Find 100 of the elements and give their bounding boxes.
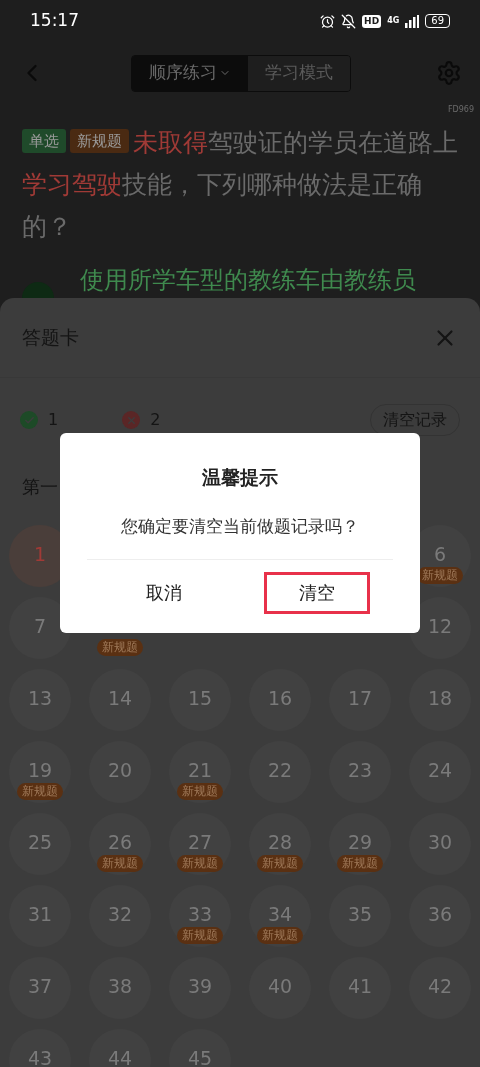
question-cell[interactable]: 30 — [409, 813, 471, 875]
question-number: 16 — [267, 688, 293, 708]
network-label: 4G — [387, 17, 400, 25]
new-rule-badge: 新规题 — [257, 927, 303, 944]
question-number: 29 — [347, 832, 373, 852]
question-number: 43 — [27, 1048, 53, 1067]
question-number: 19 — [27, 760, 53, 780]
question-number: 41 — [347, 976, 373, 996]
question-number: 35 — [347, 904, 373, 924]
question-cell[interactable]: 44 — [89, 1029, 151, 1067]
question-number: 31 — [27, 904, 53, 924]
question-tag: 新规题 — [70, 129, 129, 153]
dialog-button[interactable]: 取消 — [110, 571, 217, 614]
question-cell[interactable]: 33 新规题 — [169, 885, 231, 947]
question-number: 12 — [427, 616, 453, 636]
question-cell[interactable]: 19 新规题 — [9, 741, 71, 803]
question-number: 18 — [427, 688, 453, 708]
question-cell[interactable]: 22 — [249, 741, 311, 803]
question-cell[interactable]: 13 — [9, 669, 71, 731]
clock-time: 15:17 — [30, 9, 79, 33]
question-number: 21 — [187, 760, 213, 780]
question-cell[interactable]: 40 — [249, 957, 311, 1019]
question-number: 24 — [427, 760, 453, 780]
question-cell[interactable]: 43 — [9, 1029, 71, 1067]
question-cell[interactable]: 16 — [249, 669, 311, 731]
new-rule-badge: 新规题 — [97, 638, 143, 656]
question-number: 27 — [187, 832, 213, 852]
question-number: 17 — [347, 688, 373, 708]
wrong-icon — [122, 411, 141, 429]
new-rule-badge: 新规题 — [97, 855, 143, 872]
question-number: 23 — [347, 760, 373, 780]
question-cell[interactable]: 41 — [329, 957, 391, 1019]
question-number: 14 — [107, 688, 133, 708]
question-number: 33 — [187, 904, 213, 924]
question-cell[interactable]: 17 — [329, 669, 391, 731]
battery-level: 69 — [425, 14, 450, 28]
question-number: 26 — [107, 832, 133, 852]
question-cell[interactable]: 32 — [89, 885, 151, 947]
question-number: 28 — [267, 832, 293, 852]
question-number: 42 — [427, 976, 453, 996]
question-number: 20 — [107, 760, 133, 780]
new-rule-badge: 新规题 — [177, 855, 223, 872]
question-cell[interactable]: 14 — [89, 669, 151, 731]
question-number: 7 — [33, 616, 47, 636]
question-cell[interactable]: 20 — [89, 741, 151, 803]
question-number: 44 — [107, 1048, 133, 1067]
question-number: 32 — [107, 904, 133, 924]
question-cell[interactable]: 24 — [409, 741, 471, 803]
question-cell[interactable]: 29 新规题 — [329, 813, 391, 875]
dialog-button[interactable]: 清空 — [263, 571, 370, 614]
question-cell[interactable]: 34 新规题 — [249, 885, 311, 947]
question-cell[interactable]: 26 新规题 — [89, 813, 151, 875]
new-rule-badge: 新规题 — [177, 783, 223, 800]
question-number: 25 — [27, 832, 53, 852]
question-number: 22 — [267, 760, 293, 780]
hd-badge: HD — [362, 14, 382, 28]
question-cell[interactable]: 45 — [169, 1029, 231, 1067]
question-number: 40 — [267, 976, 293, 996]
alarm-icon — [320, 13, 336, 29]
question-cell[interactable]: 7 — [9, 597, 71, 659]
question-number: 45 — [187, 1048, 213, 1067]
new-rule-badge: 新规题 — [337, 855, 383, 872]
question-number: 6 — [433, 544, 447, 564]
question-number: 30 — [427, 832, 453, 852]
question-number: 36 — [427, 904, 453, 924]
correct-icon — [20, 411, 38, 429]
question-cell[interactable]: 28 新规题 — [249, 813, 311, 875]
question-text: 单选 新规题 未取得驾驶证的学员在道路上 学习驾驶技能，下列哪种做法是正确的？ — [22, 127, 458, 243]
question-cell[interactable]: 35 — [329, 885, 391, 947]
new-rule-badge: 新规题 — [177, 927, 223, 944]
question-cell[interactable]: 27 新规题 — [169, 813, 231, 875]
mode-tab[interactable]: 顺序练习 — [132, 55, 248, 91]
dialog-title: 温馨提示 — [202, 465, 278, 490]
question-number: 15 — [187, 688, 213, 708]
new-rule-badge: 新规题 — [257, 855, 303, 872]
new-rule-badge: 新规题 — [417, 567, 463, 584]
question-cell[interactable]: 37 — [9, 957, 71, 1019]
question-cell[interactable]: 38 — [89, 957, 151, 1019]
question-number: 39 — [187, 976, 213, 996]
question-cell[interactable]: 39 — [169, 957, 231, 1019]
question-cell[interactable]: 42 — [409, 957, 471, 1019]
question-cell[interactable]: 18 — [409, 669, 471, 731]
question-number: 37 — [27, 976, 53, 996]
signal-icon — [405, 14, 420, 28]
new-rule-badge: 新规题 — [17, 783, 63, 800]
question-number: 34 — [267, 904, 293, 924]
mute-icon — [341, 13, 357, 29]
question-number: 38 — [107, 976, 133, 996]
question-cell[interactable]: 36 — [409, 885, 471, 947]
question-cell[interactable]: 25 — [9, 813, 71, 875]
question-number: 1 — [33, 544, 47, 564]
question-code: FD969 — [447, 104, 474, 116]
question-cell[interactable]: 21 新规题 — [169, 741, 231, 803]
option-text[interactable]: 使用所学车型的教练车由教练员 — [80, 260, 416, 298]
question-cell[interactable]: 23 — [329, 741, 391, 803]
dialog-message: 您确定要清空当前做题记录吗？ — [121, 514, 359, 538]
question-number: 13 — [27, 688, 53, 708]
question-tag: 单选 — [22, 129, 66, 153]
question-cell[interactable]: 31 — [9, 885, 71, 947]
question-cell[interactable]: 15 — [169, 669, 231, 731]
